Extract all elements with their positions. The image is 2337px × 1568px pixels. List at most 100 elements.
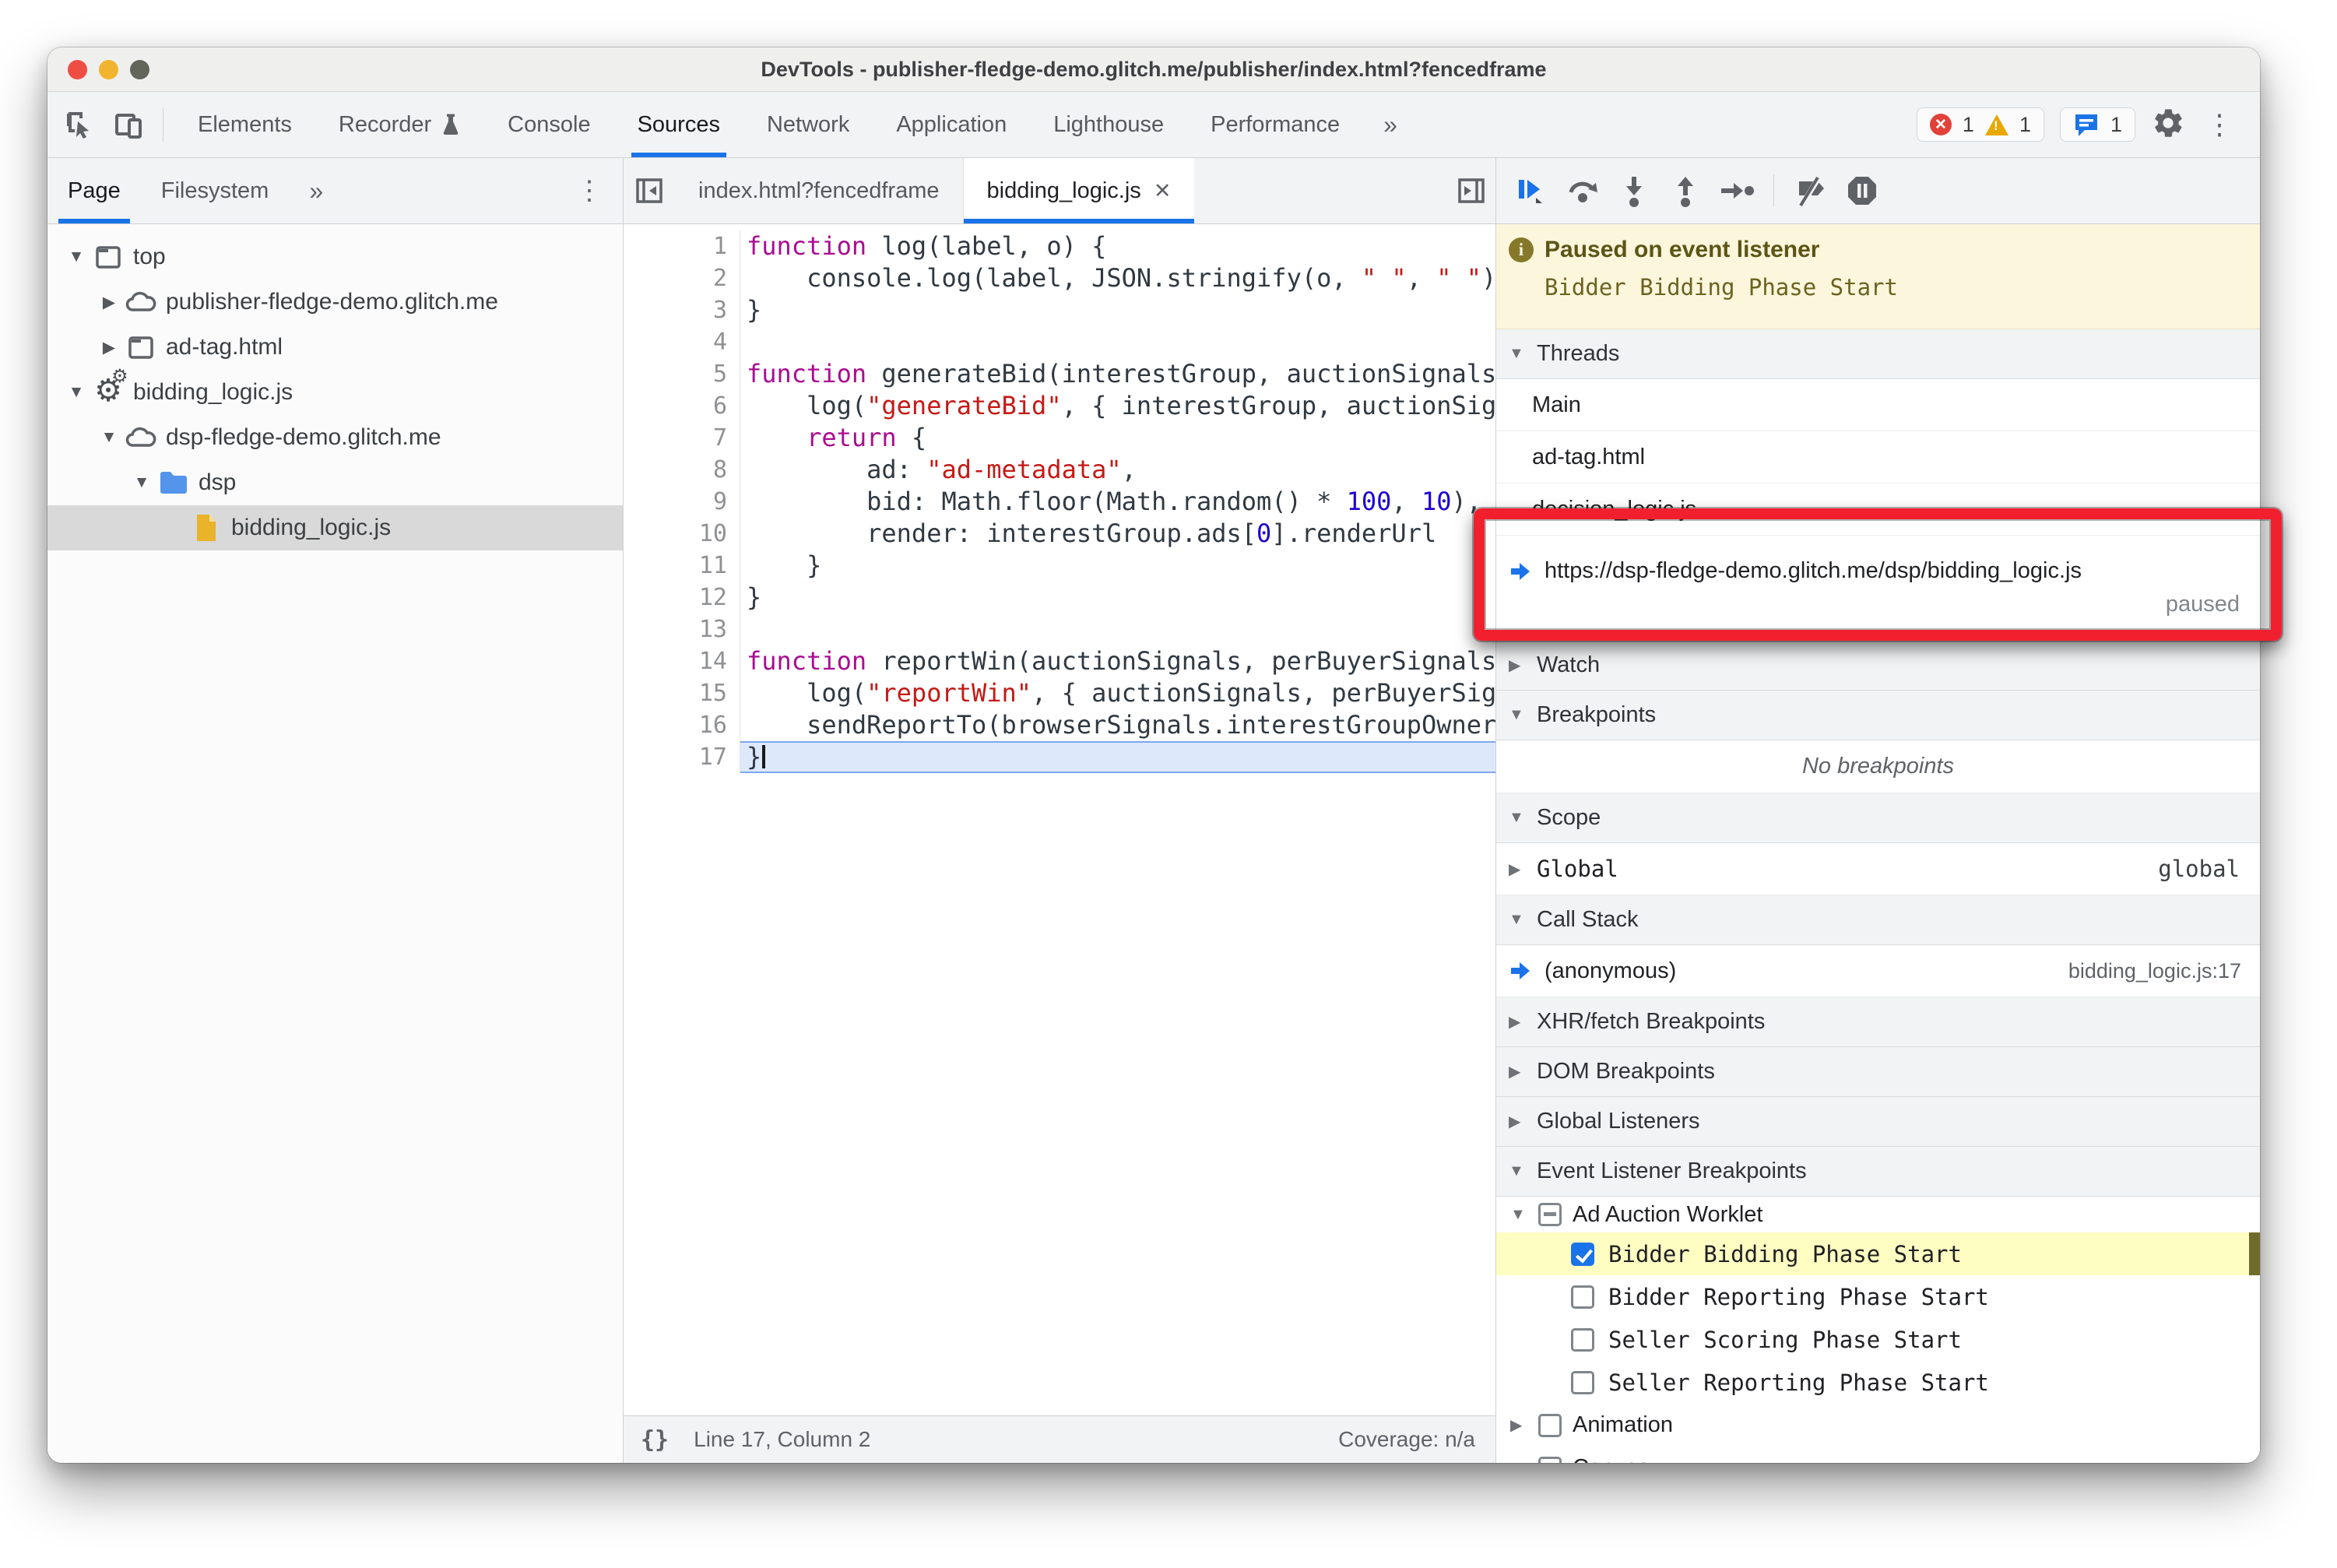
event-breakpoint-bidder-reporting-phase-start[interactable]: Bidder Reporting Phase Start <box>1496 1275 2260 1318</box>
code-text[interactable]: sendReportTo(browserSignals.interestGrou… <box>740 709 1495 741</box>
call-stack-frame-row[interactable]: (anonymous) bidding_logic.js:17 <box>1496 945 2260 997</box>
step-out-icon[interactable] <box>1663 168 1708 213</box>
code-line-16[interactable]: 16 sendReportTo(browserSignals.interestG… <box>624 709 1495 741</box>
tree-item-dsp[interactable]: ▼ dsp <box>47 460 623 505</box>
tab-filesystem[interactable]: Filesystem <box>141 158 290 223</box>
section-call-stack[interactable]: ▼ Call Stack <box>1496 895 2260 945</box>
tree-item-ad-tag-html[interactable]: ▶ ad-tag.html <box>47 325 623 370</box>
code-text[interactable]: return { <box>740 422 1495 454</box>
code-text[interactable]: function generateBid(interestGroup, auct… <box>740 358 1495 390</box>
section-threads[interactable]: ▼ Threads <box>1496 329 2260 379</box>
line-number[interactable]: 2 <box>624 262 740 294</box>
line-number[interactable]: 16 <box>624 709 740 741</box>
editor-tab-index-html[interactable]: index.html?fencedframe <box>675 158 964 223</box>
code-text[interactable]: console.log(label, JSON.stringify(o, " "… <box>740 262 1495 294</box>
code-line-9[interactable]: 9 bid: Math.floor(Math.random() * 100, 1… <box>624 486 1495 518</box>
checkbox-unchecked[interactable] <box>1538 1456 1562 1463</box>
code-line-3[interactable]: 3} <box>624 294 1495 326</box>
line-number[interactable]: 17 <box>624 741 740 773</box>
code-line-14[interactable]: 14 function reportWin(auctionSignals, per… <box>624 645 1495 677</box>
line-number[interactable]: 5 <box>624 358 740 390</box>
line-number[interactable]: 7 <box>624 422 740 454</box>
tree-expand-open-icon[interactable]: ▼ <box>65 248 88 266</box>
section-scope[interactable]: ▼ Scope <box>1496 793 2260 843</box>
show-debugger-sidebar-icon[interactable] <box>1457 158 1486 223</box>
tree-item-publisher-fledge-demo-glitch-me[interactable]: ▶ publisher-fledge-demo.glitch.me <box>47 279 623 325</box>
step-over-icon[interactable] <box>1560 168 1605 213</box>
checkbox-unchecked[interactable] <box>1571 1327 1594 1352</box>
code-line-5[interactable]: 5 function generateBid(interestGroup, auc… <box>624 358 1495 390</box>
deactivate-breakpoints-icon[interactable] <box>1788 168 1833 213</box>
checkbox-unchecked[interactable] <box>1538 1413 1562 1437</box>
code-line-12[interactable]: 12} <box>624 582 1495 613</box>
pause-on-exceptions-icon[interactable] <box>1840 168 1885 213</box>
tab-performance[interactable]: Performance <box>1187 92 1363 157</box>
event-category-ad-auction-worklet[interactable]: ▼ Ad Auction Worklet <box>1496 1197 2260 1232</box>
line-number[interactable]: 10 <box>624 518 740 550</box>
inspect-element-icon[interactable] <box>62 107 97 142</box>
line-number[interactable]: 12 <box>624 582 740 613</box>
line-number[interactable]: 8 <box>624 454 740 486</box>
line-number[interactable]: 4 <box>624 326 740 358</box>
line-number[interactable]: 14 <box>624 645 740 677</box>
pretty-print-icon[interactable]: {} <box>624 1426 683 1454</box>
code-text[interactable] <box>740 326 1495 358</box>
code-text[interactable]: render: interestGroup.ads[0].renderUrl <box>740 518 1495 550</box>
code-line-11[interactable]: 11 } <box>624 550 1495 582</box>
section-breakpoints[interactable]: ▼ Breakpoints <box>1496 691 2260 740</box>
code-text[interactable]: function log(label, o) { <box>740 230 1495 262</box>
step-icon[interactable] <box>1714 168 1759 213</box>
code-line-10[interactable]: 10 render: interestGroup.ads[0].renderUr… <box>624 518 1495 550</box>
tree-expand-closed-icon[interactable]: ▶ <box>97 293 121 312</box>
section-event-listener-breakpoints[interactable]: ▼ Event Listener Breakpoints <box>1496 1147 2260 1197</box>
editor-tab-bidding-logic[interactable]: bidding_logic.js ✕ <box>963 158 1195 223</box>
event-breakpoint-seller-scoring-phase-start[interactable]: Seller Scoring Phase Start <box>1496 1318 2260 1361</box>
category-checkbox-indeterminate[interactable] <box>1538 1203 1562 1226</box>
code-text[interactable]: } <box>740 550 1495 582</box>
code-line-2[interactable]: 2 console.log(label, JSON.stringify(o, "… <box>624 262 1495 294</box>
tab-network[interactable]: Network <box>743 92 873 157</box>
navigator-kebab-icon[interactable]: ⋮ <box>576 175 603 206</box>
section-watch[interactable]: ▶ Watch <box>1496 641 2260 691</box>
code-editor[interactable]: 1 function log(label, o) {2 console.log(l… <box>624 224 1495 1415</box>
thread-row-main[interactable]: Main <box>1496 379 2260 431</box>
tab-application[interactable]: Application <box>873 92 1030 157</box>
code-line-1[interactable]: 1 function log(label, o) { <box>624 230 1495 262</box>
code-line-17[interactable]: 17} <box>624 741 1495 773</box>
event-category-animation[interactable]: ▶ Animation <box>1496 1404 2260 1447</box>
tree-expand-open-icon[interactable]: ▼ <box>130 473 153 492</box>
code-text[interactable]: } <box>740 741 1495 773</box>
code-line-13[interactable]: 13 <box>624 613 1495 645</box>
code-text[interactable]: function reportWin(auctionSignals, perBu… <box>740 645 1495 677</box>
close-tab-icon[interactable]: ✕ <box>1154 179 1172 203</box>
section-xhr-breakpoints[interactable]: ▶ XHR/fetch Breakpoints <box>1496 997 2260 1047</box>
settings-gear-icon[interactable] <box>2151 106 2185 144</box>
code-text[interactable]: log("generateBid", { interestGroup, auct… <box>740 390 1495 422</box>
section-global-listeners[interactable]: ▶ Global Listeners <box>1496 1097 2260 1147</box>
tab-lighthouse[interactable]: Lighthouse <box>1030 92 1187 157</box>
step-into-icon[interactable] <box>1611 168 1657 213</box>
thread-row-ad-tag-html[interactable]: ad-tag.html <box>1496 431 2260 483</box>
tab-page[interactable]: Page <box>47 158 141 223</box>
code-text[interactable]: } <box>740 582 1495 613</box>
tree-item-dsp-fledge-demo-glitch-me[interactable]: ▼ dsp-fledge-demo.glitch.me <box>47 415 623 460</box>
tree-expand-closed-icon[interactable]: ▶ <box>97 338 121 357</box>
code-text[interactable]: log("reportWin", { auctionSignals, perBu… <box>740 677 1495 709</box>
code-line-4[interactable]: 4 <box>624 326 1495 358</box>
tree-item-bidding-logic-js[interactable]: bidding_logic.js <box>47 505 623 550</box>
toggle-device-toolbar-icon[interactable] <box>111 107 147 142</box>
more-options-kebab-icon[interactable]: ⋮ <box>2201 111 2238 139</box>
checkbox-unchecked[interactable] <box>1571 1370 1594 1394</box>
line-number[interactable]: 13 <box>624 613 740 645</box>
tab-sources[interactable]: Sources <box>614 92 743 157</box>
console-summary-badge[interactable]: ✕ 1 1 <box>1916 107 2044 142</box>
event-breakpoint-bidder-bidding-phase-start[interactable]: Bidder Bidding Phase Start <box>1496 1232 2260 1275</box>
tab-recorder[interactable]: Recorder <box>315 92 484 157</box>
tree-expand-open-icon[interactable]: ▼ <box>65 383 88 402</box>
code-text[interactable] <box>740 613 1495 645</box>
line-number[interactable]: 15 <box>624 677 740 709</box>
line-number[interactable]: 9 <box>624 486 740 518</box>
scope-global-row[interactable]: ▶ Global global <box>1496 843 2260 895</box>
code-line-8[interactable]: 8 ad: "ad-metadata", <box>624 454 1495 486</box>
checkbox-checked[interactable] <box>1571 1242 1594 1266</box>
